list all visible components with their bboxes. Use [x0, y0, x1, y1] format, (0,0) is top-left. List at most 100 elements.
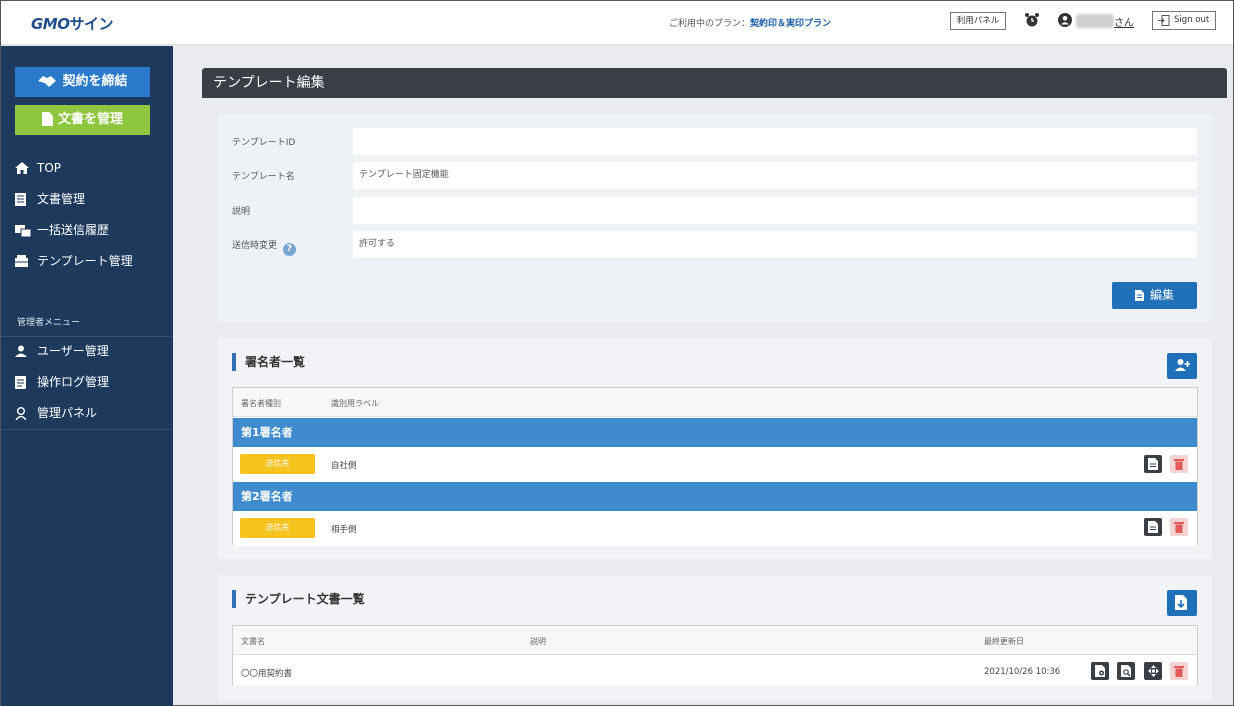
alarm-clock-icon[interactable]	[1024, 12, 1040, 28]
current-plan: ご利用中のプラン：契約印＆実印プラン	[669, 16, 831, 29]
home-icon	[15, 162, 29, 174]
signers-section: 署名者一覧 署名者種別 識別用ラベル 第1署名者 送信先 自社側 第2署名者 送…	[218, 338, 1212, 559]
logo-sign: サイン	[69, 15, 114, 33]
table-row: 送信先 自社側	[233, 447, 1197, 482]
doc-delete-button[interactable]	[1170, 662, 1188, 680]
divider	[1, 429, 173, 430]
signer-1-heading: 第1署名者	[233, 418, 1197, 447]
table-row: 送信先 相手側	[233, 511, 1197, 546]
add-user-icon	[1175, 359, 1190, 371]
manage-documents-button[interactable]: 文書を管理	[15, 105, 150, 135]
signer-delete-button[interactable]	[1170, 518, 1188, 536]
recipient-badge: 送信先	[240, 518, 315, 538]
move-arrows-icon	[1148, 665, 1159, 677]
description-row: 説明	[232, 197, 1197, 224]
sidebar: 契約を締結 文書を管理 TOP 文書管理 一括送信履歴 テンプレート管理 管理者…	[1, 46, 173, 706]
column-header-description: 説明	[530, 637, 546, 646]
doc-preview-button[interactable]	[1117, 662, 1135, 680]
add-document-button[interactable]	[1167, 590, 1197, 616]
column-header-signer-type: 署名者種別	[241, 399, 281, 408]
plan-prefix: ご利用中のプラン：	[669, 19, 751, 29]
sidebar-item-label: テンプレート管理	[37, 254, 133, 268]
signer-detail-button[interactable]	[1144, 518, 1162, 536]
template-form: テンプレートID テンプレート名 テンプレート固定機能 説明 送信時変更? 許可…	[218, 114, 1212, 322]
doc-move-button[interactable]	[1144, 662, 1162, 680]
document-icon	[41, 112, 53, 126]
documents-title: テンプレート文書一覧	[232, 590, 365, 608]
usage-panel-button[interactable]: 利用パネル	[950, 12, 1006, 30]
signout-button[interactable]: Sign out	[1152, 11, 1216, 30]
signer-label: 相手側	[331, 525, 357, 535]
signer-label: 自社側	[331, 461, 357, 471]
doc-updated: 2021/10/26 10:36	[984, 667, 1061, 677]
doc-settings-button[interactable]	[1091, 662, 1109, 680]
signers-title: 署名者一覧	[232, 353, 305, 371]
signout-label: Sign out	[1174, 15, 1210, 25]
table-row: 〇〇用契約書 2021/10/26 10:36	[233, 656, 1197, 686]
column-header-label: 識別用ラベル	[331, 399, 379, 408]
handshake-icon	[38, 76, 57, 87]
top-bar: GMOサイン ご利用中のプラン：契約印＆実印プラン 利用パネル さん Sign …	[1, 1, 1233, 45]
send-change-text: 送信時変更	[232, 241, 278, 251]
contract-label: 契約を締結	[62, 74, 128, 89]
add-document-icon	[1175, 595, 1187, 610]
trash-icon	[1174, 459, 1184, 470]
edit-label: 編集	[1149, 288, 1174, 302]
document-icon	[1134, 290, 1144, 301]
help-icon[interactable]: ?	[283, 243, 297, 256]
description-field[interactable]	[353, 197, 1197, 224]
table-header: 署名者種別 識別用ラベル	[233, 388, 1197, 417]
divider	[1, 336, 173, 337]
user-suffix[interactable]: さん	[1114, 14, 1134, 29]
template-documents-section: テンプレート文書一覧 文書名 説明 最終更新日 〇〇用契約書 2021/10/2…	[218, 575, 1212, 701]
add-signer-button[interactable]	[1167, 353, 1197, 379]
document-list-icon	[15, 193, 26, 206]
template-id-label: テンプレートID	[232, 138, 296, 148]
sidebar-item-label: ユーザー管理	[37, 344, 109, 358]
contract-button[interactable]: 契約を締結	[15, 67, 150, 97]
document-icon	[1148, 521, 1158, 533]
logo[interactable]: GMOサイン	[31, 13, 114, 34]
signer-2-heading: 第2署名者	[233, 482, 1197, 511]
document-settings-icon	[1095, 665, 1105, 677]
signer-detail-button[interactable]	[1144, 455, 1162, 473]
send-change-field[interactable]: 許可する	[353, 231, 1197, 258]
column-header-doc-name: 文書名	[241, 637, 265, 646]
send-change-label: 送信時変更?	[232, 238, 297, 256]
manage-label: 文書を管理	[57, 112, 123, 127]
page-title: テンプレート編集	[202, 68, 1227, 98]
admin-menu-heading: 管理者メニュー	[17, 318, 81, 328]
sidebar-item-label: 文書管理	[37, 192, 86, 206]
template-icon	[15, 255, 28, 267]
sidebar-item-label: 操作ログ管理	[37, 375, 110, 389]
edit-button[interactable]: 編集	[1112, 282, 1197, 309]
trash-icon	[1174, 666, 1184, 677]
sidebar-item-label: 一括送信履歴	[37, 223, 110, 237]
template-name-field[interactable]: テンプレート固定機能	[353, 162, 1197, 189]
template-name-row: テンプレート名 テンプレート固定機能	[232, 162, 1197, 189]
doc-name: 〇〇用契約書	[241, 669, 293, 679]
send-change-row: 送信時変更? 許可する	[232, 231, 1197, 258]
signer-delete-button[interactable]	[1170, 455, 1188, 473]
template-name-label: テンプレート名	[232, 172, 295, 182]
trash-icon	[1174, 522, 1184, 533]
template-id-row: テンプレートID	[232, 128, 1197, 155]
recipient-badge: 送信先	[240, 454, 315, 474]
user-avatar-icon[interactable]	[1058, 13, 1072, 27]
batch-send-icon	[15, 225, 31, 237]
signout-icon	[1158, 15, 1170, 26]
column-header-updated: 最終更新日	[984, 637, 1024, 646]
user-name-blurred	[1076, 14, 1114, 28]
sidebar-item-label: 管理パネル	[37, 406, 98, 420]
template-id-field[interactable]	[353, 128, 1197, 155]
user-icon	[15, 345, 27, 357]
table-header: 文書名 説明 最終更新日	[233, 626, 1197, 655]
logo-gmo: GMO	[31, 15, 70, 33]
document-search-icon	[1121, 665, 1131, 677]
plan-name[interactable]: 契約印＆実印プラン	[750, 19, 831, 29]
log-icon	[15, 376, 26, 389]
documents-table: 文書名 説明 最終更新日 〇〇用契約書 2021/10/26 10:36	[232, 625, 1198, 686]
description-label: 説明	[232, 207, 251, 217]
document-icon	[1148, 458, 1158, 470]
signers-table: 署名者種別 識別用ラベル 第1署名者 送信先 自社側 第2署名者 送信先 相手側	[232, 387, 1198, 546]
